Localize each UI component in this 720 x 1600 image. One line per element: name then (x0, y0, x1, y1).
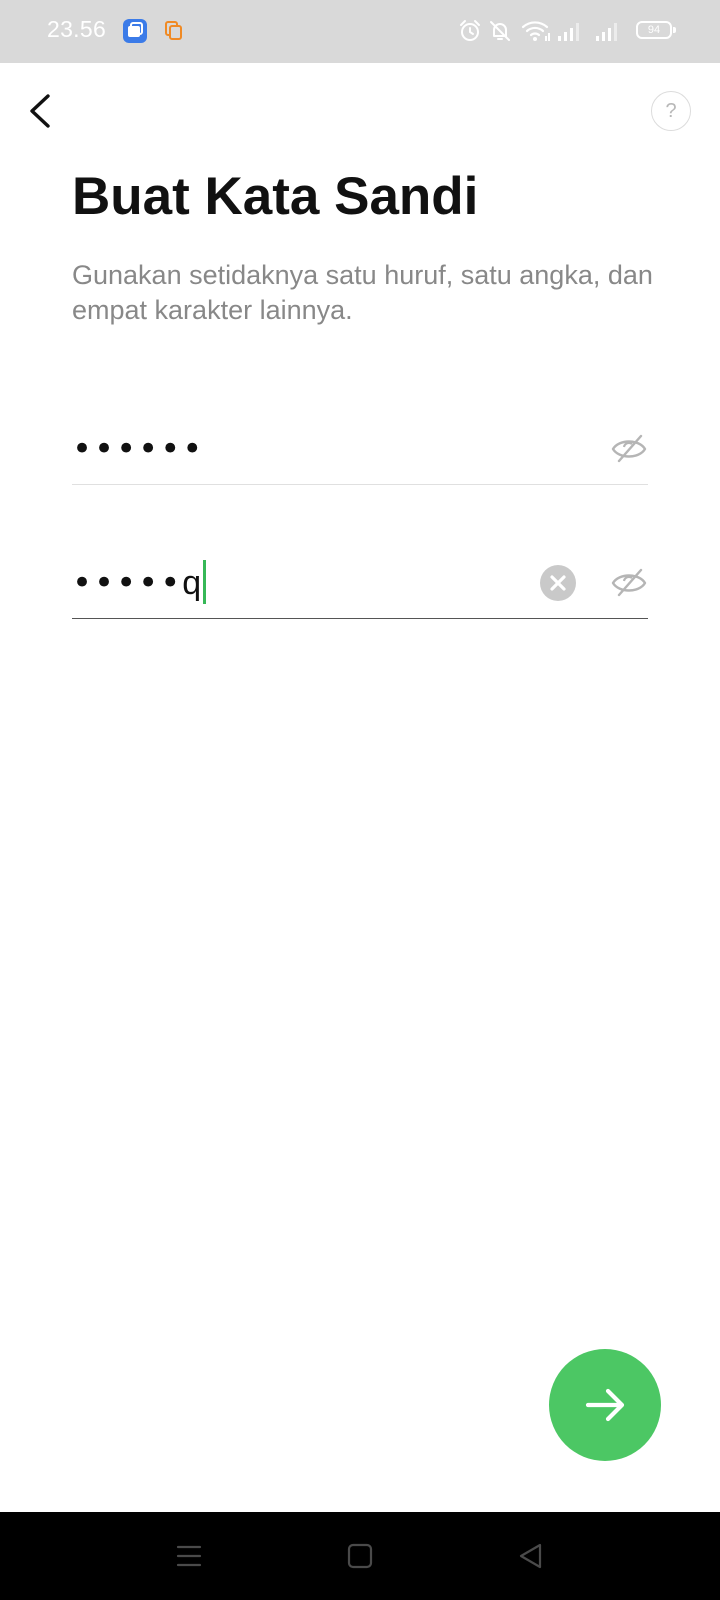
back-button[interactable] (18, 88, 64, 134)
password-requirements: Gunakan setidaknya satu huruf, satu angk… (72, 260, 653, 325)
app-notification-icon (123, 19, 147, 47)
eye-off-icon (611, 568, 647, 597)
password-field-value: •••••• (72, 429, 205, 469)
confirm-password-field[interactable]: •••••q (72, 548, 648, 619)
password-field[interactable]: •••••• (72, 414, 648, 485)
wifi-icon (521, 19, 551, 47)
bell-off-icon (488, 19, 512, 47)
battery-level: 94 (647, 24, 661, 36)
alarm-icon (458, 19, 482, 47)
status-time: 23.56 (47, 16, 107, 42)
clear-button[interactable] (540, 565, 576, 601)
text-caret (203, 559, 207, 604)
confirm-password-field-value: •••••q (72, 548, 207, 618)
system-nav-bar (0, 1512, 720, 1600)
confirm-password-last-char: q (182, 564, 202, 602)
battery-icon: 94 (636, 21, 672, 39)
confirm-password-masked: ••••• (72, 563, 183, 603)
help-button[interactable]: ? (651, 91, 691, 131)
next-button[interactable] (549, 1349, 661, 1461)
page-title: Buat Kata Sandi (72, 167, 479, 226)
status-bar: 23.56 94 (0, 0, 720, 63)
chevron-left-icon (30, 94, 50, 128)
back-icon[interactable] (518, 1543, 544, 1573)
confirm-password-visibility-toggle[interactable] (610, 565, 648, 601)
signal-icon (557, 19, 583, 47)
arrow-right-icon (585, 1388, 625, 1422)
battery-tip (673, 27, 676, 33)
home-icon[interactable] (347, 1543, 373, 1573)
clear-icon (550, 575, 566, 591)
copy-notification-icon (164, 20, 184, 46)
menu-icon[interactable] (176, 1544, 202, 1572)
eye-off-icon (611, 434, 647, 463)
password-visibility-toggle[interactable] (610, 431, 648, 467)
signal-icon (595, 19, 621, 47)
